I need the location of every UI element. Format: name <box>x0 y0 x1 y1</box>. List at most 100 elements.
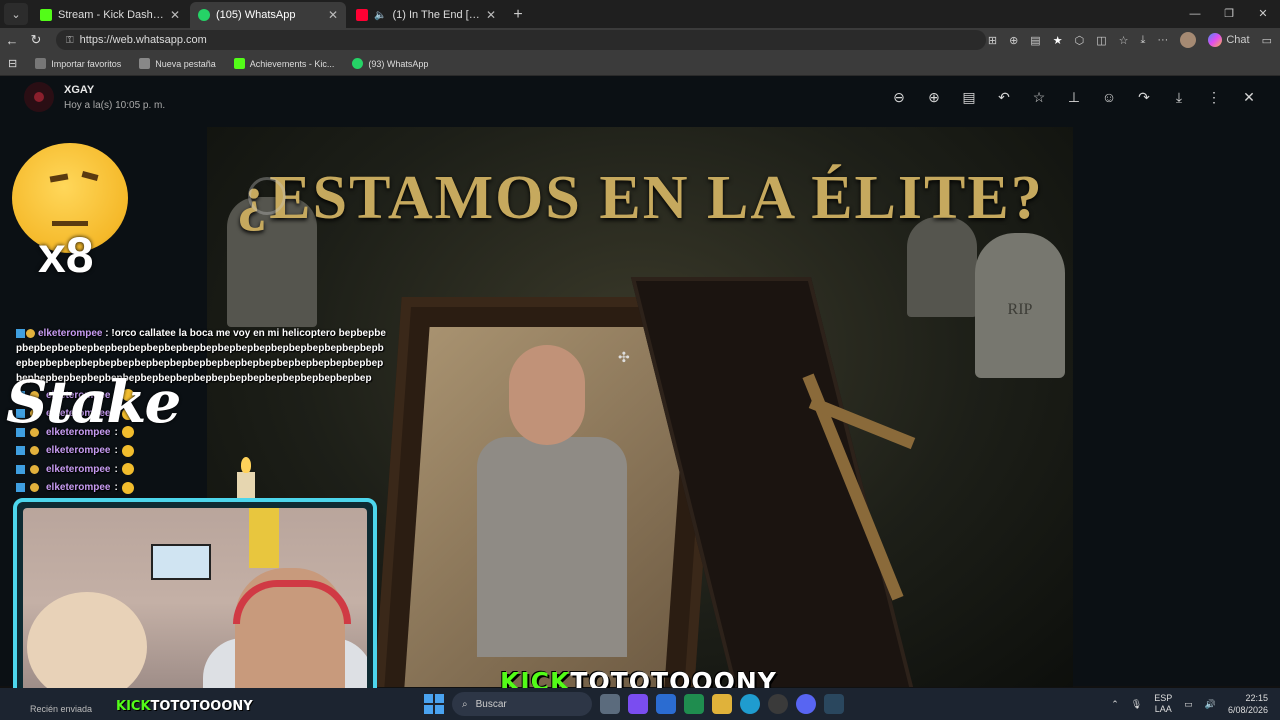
kick-channel-name: TOTOTOOONY <box>150 699 253 714</box>
chat-username: elketerompee <box>46 445 111 457</box>
back-icon[interactable]: ← <box>0 33 24 48</box>
teddy-bear <box>27 592 147 697</box>
close-tab-icon[interactable]: ✕ <box>486 8 496 22</box>
favorites-icon[interactable]: ☆ <box>1119 34 1129 47</box>
star-icon[interactable]: ☆ <box>1030 88 1048 106</box>
chat-label: Chat <box>1226 34 1250 46</box>
windows-start-icon[interactable] <box>424 694 444 714</box>
url-text: https://web.whatsapp.com <box>79 34 207 46</box>
kick-icon <box>233 58 245 69</box>
kick-icon <box>40 9 52 21</box>
emote-icon <box>121 444 134 457</box>
sidebar-toggle-icon[interactable]: ▭ <box>1262 34 1272 47</box>
zoom-out-icon[interactable]: ⊖ <box>890 88 908 106</box>
browser-tab-bar: ⌄ Stream - Kick Dashboard ✕ (105) WhatsA… <box>0 0 1280 28</box>
extensions-icon[interactable]: ⬡ <box>1075 34 1085 47</box>
site-info-icon[interactable]: ⚿ <box>66 35 74 46</box>
bookmark-nueva-pestana[interactable]: Nueva pestaña <box>139 58 216 69</box>
man-head <box>509 345 585 445</box>
tab-kick-dashboard[interactable]: Stream - Kick Dashboard ✕ <box>32 2 188 28</box>
address-toolbar: ← ↻ ⚿ https://web.whatsapp.com ⊞ ⊕ ▤ ★ ⬡… <box>0 28 1280 52</box>
reply-icon[interactable]: ↶ <box>995 88 1013 106</box>
tv <box>151 544 211 580</box>
taskbar-search[interactable]: ⌕ Buscar <box>452 692 592 716</box>
app-icon[interactable] <box>628 694 648 714</box>
chat-username: elketerompee <box>46 482 111 494</box>
taskbar-notification-text: Recién enviada <box>30 704 93 714</box>
zoom-in-icon[interactable]: ⊕ <box>925 88 943 106</box>
restore-icon[interactable]: ❐ <box>1212 0 1246 28</box>
emote-count: x8 <box>38 227 94 283</box>
display-icon[interactable]: ▭ <box>1184 699 1193 710</box>
badge-icon <box>16 328 25 338</box>
zoom-icon[interactable]: ⊕ <box>1009 34 1018 47</box>
task-view-icon[interactable] <box>600 694 620 714</box>
steam-icon[interactable] <box>824 694 844 714</box>
split-screen-icon[interactable]: ◫ <box>1096 34 1106 47</box>
url-field[interactable]: ⚿ https://web.whatsapp.com <box>56 30 986 50</box>
bookmarks-menu-icon[interactable]: ⊟ <box>8 57 17 70</box>
reader-icon[interactable]: ▤ <box>1030 34 1040 47</box>
app-icon[interactable]: ⊞ <box>988 34 997 47</box>
search-icon: ⌕ <box>462 698 468 710</box>
download-icon[interactable]: ⤓ <box>1170 88 1188 106</box>
webcam-feed <box>23 508 367 697</box>
excel-icon[interactable] <box>684 694 704 714</box>
microphone-icon[interactable]: 🎙 <box>1131 699 1142 710</box>
bookmark-whatsapp[interactable]: (93) WhatsApp <box>352 58 428 69</box>
more-tools-icon[interactable]: ··· <box>1157 34 1168 46</box>
favorite-star-icon[interactable]: ★ <box>1053 34 1063 47</box>
copilot-chat-button[interactable]: Chat <box>1208 33 1250 47</box>
chat-username: elketerompee <box>46 463 111 475</box>
bookmark-label: Achievements - Kic... <box>249 58 335 69</box>
forward-icon[interactable]: ↷ <box>1135 88 1153 106</box>
more-icon[interactable]: ⋮ <box>1205 88 1223 106</box>
edge-icon[interactable] <box>740 694 760 714</box>
loading-spinner-icon <box>248 177 286 215</box>
system-tray: ⌃ 🎙 ESP LAA ▭ 🔊 22:15 6/08/2026 <box>1111 692 1268 716</box>
clock[interactable]: 22:15 6/08/2026 <box>1228 692 1268 716</box>
pin-icon[interactable]: ⊥ <box>1065 88 1083 106</box>
lang-code: ESP <box>1154 693 1173 703</box>
viewer-toolbar: ⊖ ⊕ ▤ ↶ ☆ ⊥ ☺ ↷ ⤓ ⋮ ✕ <box>890 88 1258 106</box>
sender-avatar[interactable] <box>24 82 54 112</box>
kick-logo-text: KICK <box>116 699 151 714</box>
tab-title: (1) In The End [Official HD Mu <box>392 9 480 21</box>
close-tab-icon[interactable]: ✕ <box>170 8 180 22</box>
refresh-icon[interactable]: ↻ <box>24 32 48 48</box>
sender-name: XGAY <box>64 84 95 96</box>
taskbar-apps: ⌕ Buscar <box>424 692 844 716</box>
speaker-icon[interactable]: 🔈 <box>374 10 386 21</box>
media-title-text: ¿ESTAMOS EN LA ÉLITE? <box>236 164 1044 232</box>
downloads-icon[interactable]: ⤓ <box>1140 34 1145 47</box>
word-icon[interactable] <box>656 694 676 714</box>
app-icon[interactable] <box>768 694 788 714</box>
new-tab-button[interactable]: + <box>506 6 530 24</box>
language-indicator[interactable]: ESP LAA <box>1154 693 1172 715</box>
volume-icon[interactable]: 🔊 <box>1205 699 1216 710</box>
close-window-icon[interactable]: ✕ <box>1246 0 1280 28</box>
minimize-icon[interactable]: — <box>1178 0 1212 28</box>
emoji-icon[interactable]: ☺ <box>1100 88 1118 106</box>
bookmark-label: Nueva pestaña <box>155 58 216 69</box>
folder-icon <box>35 58 47 69</box>
clock-date: 6/08/2026 <box>1227 705 1268 715</box>
close-tab-icon[interactable]: ✕ <box>328 8 338 22</box>
bookmark-importar[interactable]: Importar favoritos <box>35 58 121 69</box>
man-body <box>477 437 627 657</box>
tab-youtube[interactable]: 🔈 (1) In The End [Official HD Mu ✕ <box>348 2 504 28</box>
profile-avatar[interactable] <box>1180 32 1197 48</box>
emote-icon <box>121 481 134 494</box>
file-explorer-icon[interactable] <box>712 694 732 714</box>
discord-icon[interactable] <box>796 694 816 714</box>
tab-whatsapp[interactable]: (105) WhatsApp ✕ <box>190 2 346 28</box>
close-icon[interactable]: ✕ <box>1240 88 1258 106</box>
chat-username: elketerompee <box>38 328 103 339</box>
bookmark-label: (93) WhatsApp <box>368 58 429 69</box>
bookmark-achievements[interactable]: Achievements - Kic... <box>233 58 335 69</box>
rip-tombstone: RIP <box>975 233 1065 378</box>
tab-actions-menu-button[interactable]: ⌄ <box>4 3 28 25</box>
caption-icon[interactable]: ▤ <box>960 88 978 106</box>
search-placeholder: Buscar <box>475 698 507 710</box>
chevron-up-icon[interactable]: ⌃ <box>1111 699 1119 710</box>
